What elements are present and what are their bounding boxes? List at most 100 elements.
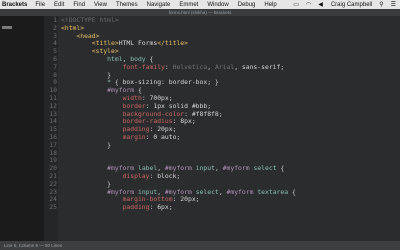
code-token: : 20px;	[172, 195, 200, 204]
code-token: Arial	[214, 62, 235, 71]
code-token: border	[122, 101, 146, 110]
code-token: HTML Forms	[118, 39, 158, 48]
code-token: }	[61, 70, 112, 79]
code-token: ,	[218, 187, 227, 196]
code-token: }	[61, 140, 112, 149]
code-token: {	[276, 164, 285, 173]
code-token: font-family	[122, 62, 165, 71]
code-token: html	[107, 54, 123, 63]
code-token: <style>	[91, 47, 119, 56]
code-line[interactable]: 18	[44, 149, 400, 158]
menu-edit[interactable]: Edit	[54, 2, 64, 8]
user-name[interactable]: Craig Campbell	[331, 2, 372, 8]
menu-bar: Brackets File Edit Find View Themes Navi…	[0, 0, 400, 9]
code-token: : 8px;	[172, 117, 196, 126]
cursor-position: Line 6, Column 9 — 50 Lines	[4, 243, 63, 248]
window-title: forms.html (shikha) — Brackets	[0, 9, 400, 16]
code-token: : 1px solid #bbb;	[145, 101, 212, 110]
menu-themes[interactable]: Themes	[116, 2, 138, 8]
code-token: display	[122, 171, 150, 180]
code-token: select	[253, 164, 277, 173]
code-token: }	[61, 179, 112, 188]
sidebar-item[interactable]	[2, 26, 12, 29]
code-token: body	[130, 54, 146, 63]
volume-icon[interactable]: ◀	[318, 1, 323, 8]
code-line[interactable]: 25 padding: 6px;	[44, 203, 400, 212]
menu-view[interactable]: View	[94, 2, 107, 8]
code-token: <!DOCTYPE html>	[61, 16, 119, 24]
code-lines[interactable]: 1 <!DOCTYPE html> 2 <html> 3 <head> 4 <title>…	[44, 16, 400, 212]
code-token: padding	[122, 125, 150, 134]
code-token: select	[195, 187, 219, 196]
code-token: textarea	[257, 187, 289, 196]
code-token: {	[288, 187, 296, 196]
wifi-icon[interactable]: ◠	[306, 1, 311, 8]
code-token: #myform	[226, 187, 254, 196]
code-token: background-color	[122, 109, 185, 118]
line-text: }	[61, 140, 112, 150]
code-token: {	[134, 86, 142, 95]
code-token: Helvetica	[172, 62, 208, 71]
menu-window[interactable]: Window	[207, 2, 228, 8]
status-menu-area: ▭ ◠ ◀ Craig Campbell ⚲ ☰	[286, 0, 396, 9]
code-token: : block;	[149, 171, 181, 180]
code-token: : 700px;	[141, 93, 173, 102]
code-token: : #f8f8f8;	[184, 109, 223, 118]
menu-help[interactable]: Help	[264, 2, 276, 8]
menu-emmet[interactable]: Emmet	[179, 2, 198, 8]
app-menu-brackets[interactable]: Brackets	[2, 2, 27, 8]
code-token: ,	[157, 187, 165, 196]
search-icon[interactable]: ⚲	[379, 1, 383, 8]
code-token: width	[122, 93, 142, 102]
code-token: { box-sizing: border-box; }	[111, 78, 219, 87]
code-line[interactable]: 1 <!DOCTYPE html>	[44, 16, 400, 25]
code-token: <title>	[91, 39, 119, 48]
code-token: #myform	[164, 164, 192, 173]
code-token: {	[145, 54, 154, 63]
code-token: : 20px;	[149, 125, 177, 134]
code-token: : 6px;	[149, 203, 173, 212]
menu-find[interactable]: Find	[73, 2, 85, 8]
menu-debug[interactable]: Debug	[238, 2, 256, 8]
line-number: 25	[49, 203, 57, 212]
code-line[interactable]: 17 }	[44, 140, 400, 150]
code-token: , sans-serif;	[234, 62, 285, 71]
code-token: #myform	[222, 164, 250, 173]
code-token: input	[137, 187, 158, 196]
menu-navigate[interactable]: Navigate	[147, 2, 171, 8]
code-token: #myform	[164, 187, 192, 196]
code-token: </title>	[157, 39, 188, 48]
code-token: <html>	[61, 23, 85, 32]
code-token: padding	[122, 203, 150, 212]
list-icon[interactable]: ☰	[391, 1, 396, 8]
code-token: label	[137, 164, 158, 173]
menu-file[interactable]: File	[35, 2, 45, 8]
line-text: padding: 6px;	[61, 203, 173, 212]
code-token: margin	[122, 132, 146, 141]
code-token: #myform	[107, 86, 135, 95]
code-token: ,	[157, 164, 165, 173]
battery-icon[interactable]: ▭	[293, 1, 299, 8]
sidebar	[0, 16, 44, 241]
code-token: border-radius	[122, 117, 173, 126]
code-token: #myform	[107, 164, 135, 173]
code-token: input	[195, 164, 215, 173]
